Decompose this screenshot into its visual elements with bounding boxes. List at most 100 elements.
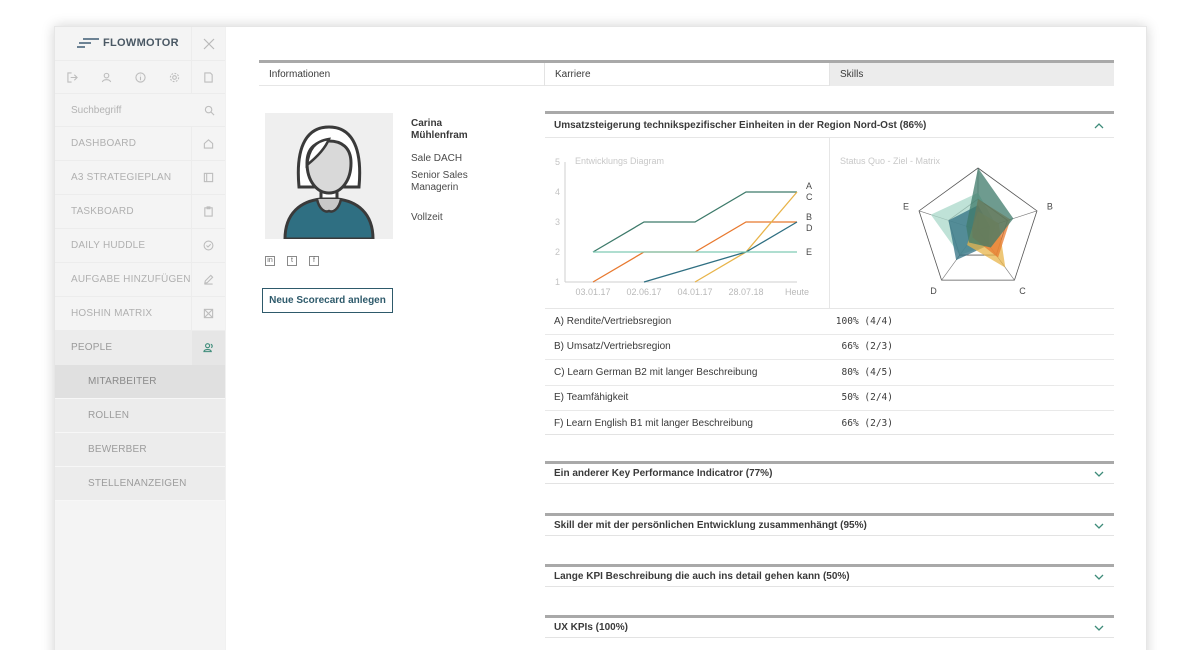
accordion-kpi-2[interactable]: Skill der mit der persönlichen Entwicklu…: [545, 513, 1114, 536]
sidebar-icon-row: [55, 60, 225, 94]
logout-icon[interactable]: [55, 61, 89, 94]
kpi-row[interactable]: B) Umsatz/Vertriebsregion 66% (2/3): [545, 335, 1114, 360]
twitter-icon[interactable]: t: [287, 256, 297, 266]
series-line-c: [694, 191, 798, 283]
tab-informationen[interactable]: Informationen: [259, 63, 545, 86]
sidebar-item-hoshin-matrix[interactable]: HOSHIN MATRIX: [55, 296, 225, 331]
kpi-row[interactable]: C) Learn German B2 mit langer Beschreibu…: [545, 360, 1114, 386]
y-tick-label: 4: [555, 187, 560, 197]
profile-department: Sale DACH: [411, 153, 463, 164]
kpi-panel-header[interactable]: Umsatzsteigerung technikspezifischer Ein…: [545, 114, 1114, 138]
kpi-row[interactable]: A) Rendite/Vertriebsregion 100% (4/4): [545, 309, 1114, 335]
y-tick-label: 5: [555, 157, 560, 167]
kpi-label: A) Rendite/Vertriebsregion: [554, 315, 672, 327]
accordion-kpi-1[interactable]: Ein anderer Key Performance Indicatror (…: [545, 461, 1114, 484]
radar-chart-title: Status Quo - Ziel - Matrix: [840, 156, 941, 166]
chevron-down-icon[interactable]: [1094, 623, 1104, 633]
x-tick-label: 03.01.17: [575, 287, 610, 297]
tab-skills[interactable]: Skills: [830, 63, 1114, 86]
tab-bar: Informationen Karriere Skills: [259, 60, 1114, 86]
accordion-title: Skill der mit der persönlichen Entwicklu…: [554, 520, 867, 531]
home-icon: [191, 126, 225, 161]
close-icon[interactable]: [191, 27, 225, 61]
info-icon[interactable]: [123, 61, 157, 94]
radar-axis-label-c: C: [1019, 286, 1026, 296]
kpi-label: C) Learn German B2 mit langer Beschreibu…: [554, 366, 758, 378]
sidebar-item-label: DASHBOARD: [71, 138, 137, 149]
x-tick-label: Heute: [785, 287, 809, 297]
chevron-down-icon[interactable]: [1094, 469, 1104, 479]
y-tick-label: 2: [555, 247, 560, 257]
search-field[interactable]: Suchbegriff: [55, 94, 225, 127]
kpi-label: E) Teamfähigkeit: [554, 392, 629, 404]
accordion-title: UX KPIs (100%): [554, 622, 628, 633]
logo-row: FLOWMOTOR: [55, 27, 225, 61]
line-chart-title: Entwicklungs Diagram: [575, 156, 665, 166]
facebook-icon[interactable]: f: [309, 256, 319, 266]
kpi-value: 100% (4/4): [835, 315, 893, 327]
profile-position: Senior Sales Managerin: [411, 170, 468, 193]
sidebar-subitem-bewerber[interactable]: BEWERBER: [55, 433, 225, 467]
accordion-kpi-3[interactable]: Lange KPI Beschreibung die auch ins deta…: [545, 564, 1114, 587]
x-tick-label: 28.07.18: [728, 287, 763, 297]
sidebar-item-a3-strategieplan[interactable]: A3 STRATEGIEPLAN: [55, 160, 225, 195]
sidebar-item-taskboard[interactable]: TASKBOARD: [55, 194, 225, 229]
avatar: [265, 113, 393, 241]
accordion-title: Ein anderer Key Performance Indicatror (…: [554, 468, 773, 479]
sidebar-item-label: A3 STRATEGIEPLAN: [71, 172, 172, 183]
kpi-value: 66% (2/3): [841, 341, 893, 353]
accordion-kpi-4[interactable]: UX KPIs (100%): [545, 615, 1114, 638]
sidebar-item-aufgabe-hinzufuegen[interactable]: AUFGABE HINZUFÜGEN: [55, 262, 225, 297]
sidebar-item-label: TASKBOARD: [71, 206, 134, 217]
kpi-value: 50% (2/4): [841, 392, 893, 404]
kpi-label: B) Umsatz/Vertriebsregion: [554, 341, 671, 353]
sidebar-subitem-stellenanzeigen[interactable]: STELLENANZEIGEN: [55, 467, 225, 501]
chevron-up-icon[interactable]: [1094, 121, 1104, 131]
kpi-value: 80% (4/5): [841, 366, 893, 378]
sidebar-item-daily-huddle[interactable]: DAILY HUDDLE: [55, 228, 225, 263]
x-tick-label: 04.01.17: [677, 287, 712, 297]
matrix-icon: [191, 296, 225, 331]
app-window: FLOWMOTOR Suchbegriff DASHBOARD A3 STRAT…: [54, 26, 1147, 650]
tab-karriere[interactable]: Karriere: [545, 63, 830, 86]
kpi-label: F) Learn English B1 mit langer Beschreib…: [554, 418, 753, 430]
user-icon[interactable]: [89, 61, 123, 94]
series-label-b: B: [806, 212, 812, 222]
sidebar-item-dashboard[interactable]: DASHBOARD: [55, 126, 225, 161]
x-tick-label: 02.06.17: [626, 287, 661, 297]
line-chart: Entwicklungs Diagram 1 2 3 4 5 03.01.17 02.06.…: [545, 138, 830, 309]
series-label-c: C: [806, 192, 813, 202]
radar-axis-label-e: E: [903, 202, 909, 212]
linkedin-icon[interactable]: in: [265, 256, 275, 266]
search-input[interactable]: Suchbegriff: [71, 105, 121, 116]
kpi-value: 66% (2/3): [841, 418, 893, 430]
radar-series-area: [966, 168, 1014, 248]
settings-icon[interactable]: [157, 61, 191, 94]
chevron-down-icon[interactable]: [1094, 572, 1104, 582]
sidebar-subitem-rollen[interactable]: ROLLEN: [55, 399, 225, 433]
social-links: in t f: [265, 256, 319, 266]
series-label-a: A: [806, 181, 812, 191]
new-scorecard-button[interactable]: Neue Scorecard anlegen: [262, 288, 393, 313]
accordion-title: Lange KPI Beschreibung die auch ins deta…: [554, 571, 850, 582]
radar-chart: Status Quo - Ziel - Matrix B C D E: [830, 138, 1114, 309]
kpi-row[interactable]: F) Learn English B1 mit langer Beschreib…: [545, 411, 1114, 437]
y-tick-label: 1: [555, 277, 560, 287]
series-label-e: E: [806, 247, 812, 257]
document-icon[interactable]: [191, 60, 225, 94]
sidebar-item-people[interactable]: PEOPLE: [55, 330, 225, 365]
kpi-panel-title: Umsatzsteigerung technikspezifischer Ein…: [554, 120, 927, 131]
sidebar-subitem-mitarbeiter[interactable]: MITARBEITER: [55, 365, 225, 399]
logo-text: FLOWMOTOR: [103, 37, 179, 49]
radar-axis-label-b: B: [1047, 202, 1053, 212]
clipboard-icon: [191, 194, 225, 229]
kpi-row[interactable]: E) Teamfähigkeit 50% (2/4): [545, 386, 1114, 411]
pencil-icon: [191, 262, 225, 297]
logo[interactable]: FLOWMOTOR: [77, 37, 179, 49]
profile-employment: Vollzeit: [411, 212, 443, 223]
people-icon: [191, 330, 225, 365]
chevron-down-icon[interactable]: [1094, 521, 1104, 531]
series-label-d: D: [806, 223, 813, 233]
radar-axis-label-d: D: [930, 286, 937, 296]
sidebar: FLOWMOTOR Suchbegriff DASHBOARD A3 STRAT…: [55, 27, 225, 650]
